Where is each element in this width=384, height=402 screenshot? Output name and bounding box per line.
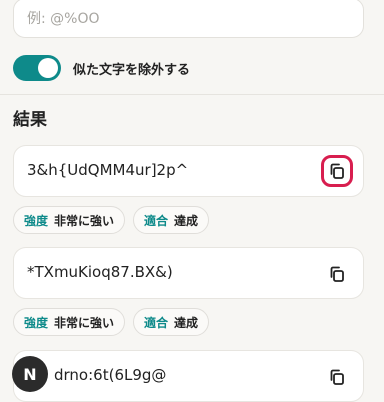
user-avatar[interactable]: N (12, 356, 48, 392)
copy-button-2[interactable] (325, 262, 349, 286)
result-card-3: drno:6t(6L9g@ (13, 350, 364, 402)
exclude-similar-row: 似た文字を除外する (13, 54, 190, 82)
toggle-knob (38, 58, 58, 78)
strength-value: 非常に強い (54, 315, 115, 330)
generator-panel: 例: @%OO 似た文字を除外する 結果 3&h{UdQMM4ur]2p^ 強度… (0, 0, 384, 402)
result-card-1: 3&h{UdQMM4ur]2p^ (13, 145, 364, 197)
strength-value: 非常に強い (54, 213, 115, 228)
match-key: 適合 (144, 213, 169, 228)
result-card-2: *TXmuKioq87.BX&) (13, 247, 364, 299)
match-badge: 適合 達成 (133, 206, 210, 234)
exclude-similar-toggle[interactable] (13, 55, 61, 81)
strength-badge: 強度 非常に強い (13, 308, 126, 336)
generated-password-2[interactable]: *TXmuKioq87.BX&) (27, 263, 173, 281)
result-badges-2: 強度 非常に強い 適合 達成 (13, 308, 210, 336)
match-badge: 適合 達成 (133, 308, 210, 336)
result-badges-1: 強度 非常に強い 適合 達成 (13, 206, 210, 234)
copy-icon (330, 163, 344, 179)
exclude-characters-input[interactable]: 例: @%OO (13, 0, 364, 38)
results-title: 結果 (13, 110, 47, 130)
copy-button-1[interactable] (321, 155, 353, 187)
match-value: 達成 (174, 315, 199, 330)
copy-icon (330, 369, 344, 385)
exclude-characters-placeholder: 例: @%OO (27, 11, 100, 27)
match-key: 適合 (144, 315, 169, 330)
section-divider (0, 94, 384, 95)
generated-password-3[interactable]: drno:6t(6L9g@ (54, 366, 166, 384)
copy-button-3[interactable] (325, 365, 349, 389)
exclude-similar-label: 似た文字を除外する (73, 62, 191, 78)
generated-password-1[interactable]: 3&h{UdQMM4ur]2p^ (27, 161, 188, 179)
strength-key: 強度 (24, 315, 49, 330)
copy-icon (330, 266, 344, 282)
strength-key: 強度 (24, 213, 49, 228)
match-value: 達成 (174, 213, 199, 228)
strength-badge: 強度 非常に強い (13, 206, 126, 234)
